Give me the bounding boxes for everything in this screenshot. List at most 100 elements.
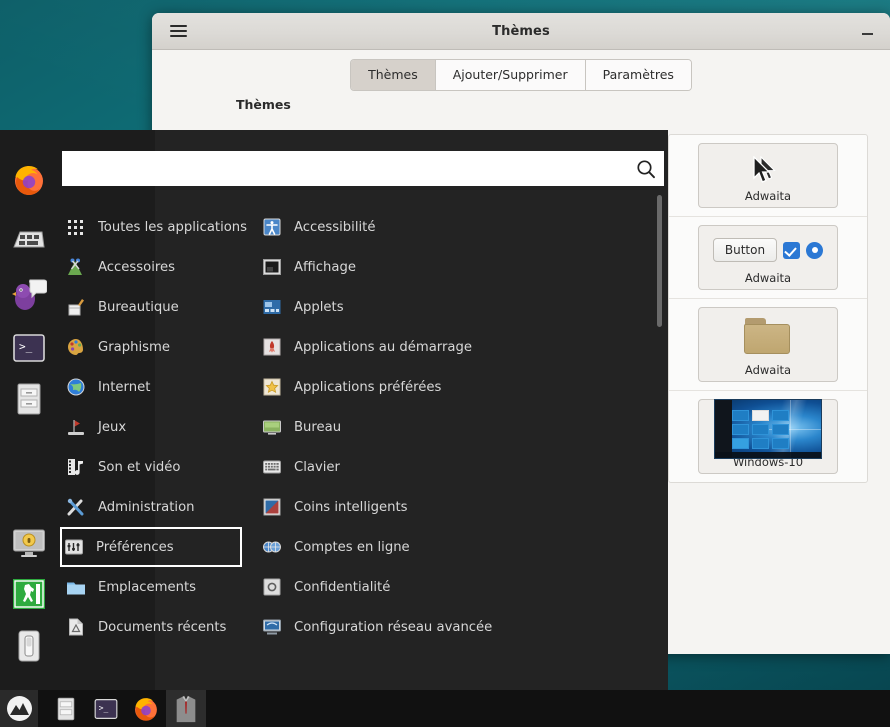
- administration-icon: [65, 496, 87, 518]
- recent-documents-icon: [65, 616, 87, 638]
- sidebar-item-sound-video[interactable]: Son et vidéo: [62, 447, 252, 487]
- theme-row-widgets[interactable]: Button Adwaita: [669, 217, 867, 299]
- task-list: >_: [46, 690, 206, 727]
- list-item-display[interactable]: Affichage: [258, 247, 648, 287]
- sidebar-item-label: Son et vidéo: [98, 459, 181, 475]
- file-manager-icon[interactable]: [11, 381, 47, 417]
- tab-group: Thèmes Ajouter/Supprimer Paramètres: [350, 59, 692, 91]
- pidgin-icon[interactable]: [11, 276, 48, 312]
- list-item-label: Applets: [294, 299, 344, 315]
- themes-task-icon[interactable]: [166, 690, 206, 727]
- tab-themes[interactable]: Thèmes: [351, 60, 436, 90]
- sidebar-item-places[interactable]: Emplacements: [62, 567, 252, 607]
- sidebar-item-administration[interactable]: Administration: [62, 487, 252, 527]
- multimedia-icon: [65, 456, 87, 478]
- svg-text:>_: >_: [99, 703, 109, 712]
- accessibility-icon: [261, 216, 283, 238]
- menu-application-list: Accessibilité Affichage Applets Applicat…: [258, 207, 648, 647]
- desktop-preview: [714, 399, 822, 459]
- minimize-button[interactable]: [858, 23, 876, 41]
- terminal-task-icon[interactable]: >_: [86, 690, 126, 727]
- theme-row-desktop[interactable]: Windows-10: [669, 391, 867, 482]
- display-icon: [261, 256, 283, 278]
- sidebar-item-all-applications[interactable]: Toutes les applications: [62, 207, 252, 247]
- search-input[interactable]: [62, 151, 628, 186]
- list-item-desktop[interactable]: Bureau: [258, 407, 648, 447]
- list-item-privacy[interactable]: Confidentialité: [258, 567, 648, 607]
- preferences-icon: [63, 536, 85, 558]
- search-box[interactable]: [62, 151, 664, 186]
- list-item-applets[interactable]: Applets: [258, 287, 648, 327]
- games-icon: [65, 416, 87, 438]
- list-item-label: Configuration réseau avancée: [294, 619, 493, 635]
- sidebar-item-label: Jeux: [98, 419, 127, 435]
- theme-card[interactable]: Adwaita: [698, 307, 838, 382]
- theme-card[interactable]: Adwaita: [698, 143, 838, 208]
- theme-row-cursor[interactable]: Adwaita: [669, 135, 867, 217]
- folder-icon: [744, 318, 792, 356]
- file-manager-task-icon[interactable]: [46, 690, 86, 727]
- sidebar-item-recent-documents[interactable]: Documents récents: [62, 607, 252, 647]
- theme-card[interactable]: Button Adwaita: [698, 225, 838, 290]
- theme-row-icons[interactable]: Adwaita: [669, 299, 867, 391]
- globe-icon: [65, 376, 87, 398]
- application-menu-panel: Toutes les applications Accessoires Bure…: [0, 130, 668, 690]
- tab-add-remove[interactable]: Ajouter/Supprimer: [435, 60, 586, 90]
- theme-card-label: Adwaita: [744, 363, 792, 377]
- sidebar-item-label: Graphisme: [98, 339, 170, 355]
- theme-card[interactable]: Windows-10: [698, 399, 838, 474]
- tab-settings[interactable]: Paramètres: [585, 60, 691, 90]
- sidebar-item-label: Toutes les applications: [98, 219, 248, 235]
- menu-scrollbar[interactable]: [657, 195, 662, 655]
- sidebar-item-games[interactable]: Jeux: [62, 407, 252, 447]
- list-item-label: Affichage: [294, 259, 356, 275]
- list-item-startup-applications[interactable]: Applications au démarrage: [258, 327, 648, 367]
- sidebar-item-label: Bureautique: [98, 299, 179, 315]
- menu-scrollbar-thumb[interactable]: [657, 195, 662, 327]
- firefox-icon[interactable]: [11, 162, 47, 198]
- window-title: Thèmes: [492, 23, 550, 39]
- sidebar-item-label: Accessoires: [98, 259, 175, 275]
- list-item-label: Comptes en ligne: [294, 539, 410, 555]
- list-item-online-accounts[interactable]: Comptes en ligne: [258, 527, 648, 567]
- search-icon[interactable]: [628, 159, 664, 179]
- online-accounts-icon: [261, 536, 283, 558]
- applets-icon: [261, 296, 283, 318]
- sidebar-item-internet[interactable]: Internet: [62, 367, 252, 407]
- theme-card-label: Adwaita: [744, 189, 792, 203]
- list-item-label: Confidentialité: [294, 579, 391, 595]
- network-config-icon: [261, 616, 283, 638]
- cursor-arrow-icon: [759, 155, 776, 180]
- sidebar-item-label: Préférences: [96, 539, 174, 555]
- privacy-icon: [261, 576, 283, 598]
- screensaver-lock-icon[interactable]: [11, 525, 47, 561]
- tabbar: Thèmes Ajouter/Supprimer Paramètres: [152, 50, 890, 100]
- firefox-task-icon[interactable]: [126, 690, 166, 727]
- power-switch-icon[interactable]: [11, 628, 47, 664]
- sidebar-item-office[interactable]: Bureautique: [62, 287, 252, 327]
- sidebar-item-label: Emplacements: [98, 579, 197, 595]
- list-item-label: Coins intelligents: [294, 499, 408, 515]
- sidebar-item-preferences[interactable]: Préférences: [60, 527, 242, 567]
- desktop-icon: [261, 416, 283, 438]
- sidebar-item-accessories[interactable]: Accessoires: [62, 247, 252, 287]
- list-item-hot-corners[interactable]: Coins intelligents: [258, 487, 648, 527]
- window-titlebar: Thèmes: [152, 13, 890, 50]
- sidebar-item-label: Documents récents: [98, 619, 227, 635]
- sidebar-item-graphics[interactable]: Graphisme: [62, 327, 252, 367]
- list-item-label: Bureau: [294, 419, 342, 435]
- keyboard-icon: [261, 456, 283, 478]
- terminal-icon[interactable]: >_: [11, 330, 47, 366]
- list-item-accessibility[interactable]: Accessibilité: [258, 207, 648, 247]
- graphics-icon: [65, 336, 87, 358]
- mint-menu-icon[interactable]: [0, 690, 38, 727]
- windows-desktop-thumbnail-icon: [714, 399, 822, 459]
- list-item-keyboard[interactable]: Clavier: [258, 447, 648, 487]
- list-item-preferred-applications[interactable]: Applications préférées: [258, 367, 648, 407]
- hot-corners-icon: [261, 496, 283, 518]
- keyboard-layout-icon[interactable]: [11, 221, 47, 257]
- desktop-screen: Thèmes Thèmes Ajouter/Supprimer Paramètr…: [0, 0, 890, 727]
- list-item-network-config[interactable]: Configuration réseau avancée: [258, 607, 648, 647]
- list-item-label: Applications préférées: [294, 379, 442, 395]
- logout-icon[interactable]: [11, 576, 47, 612]
